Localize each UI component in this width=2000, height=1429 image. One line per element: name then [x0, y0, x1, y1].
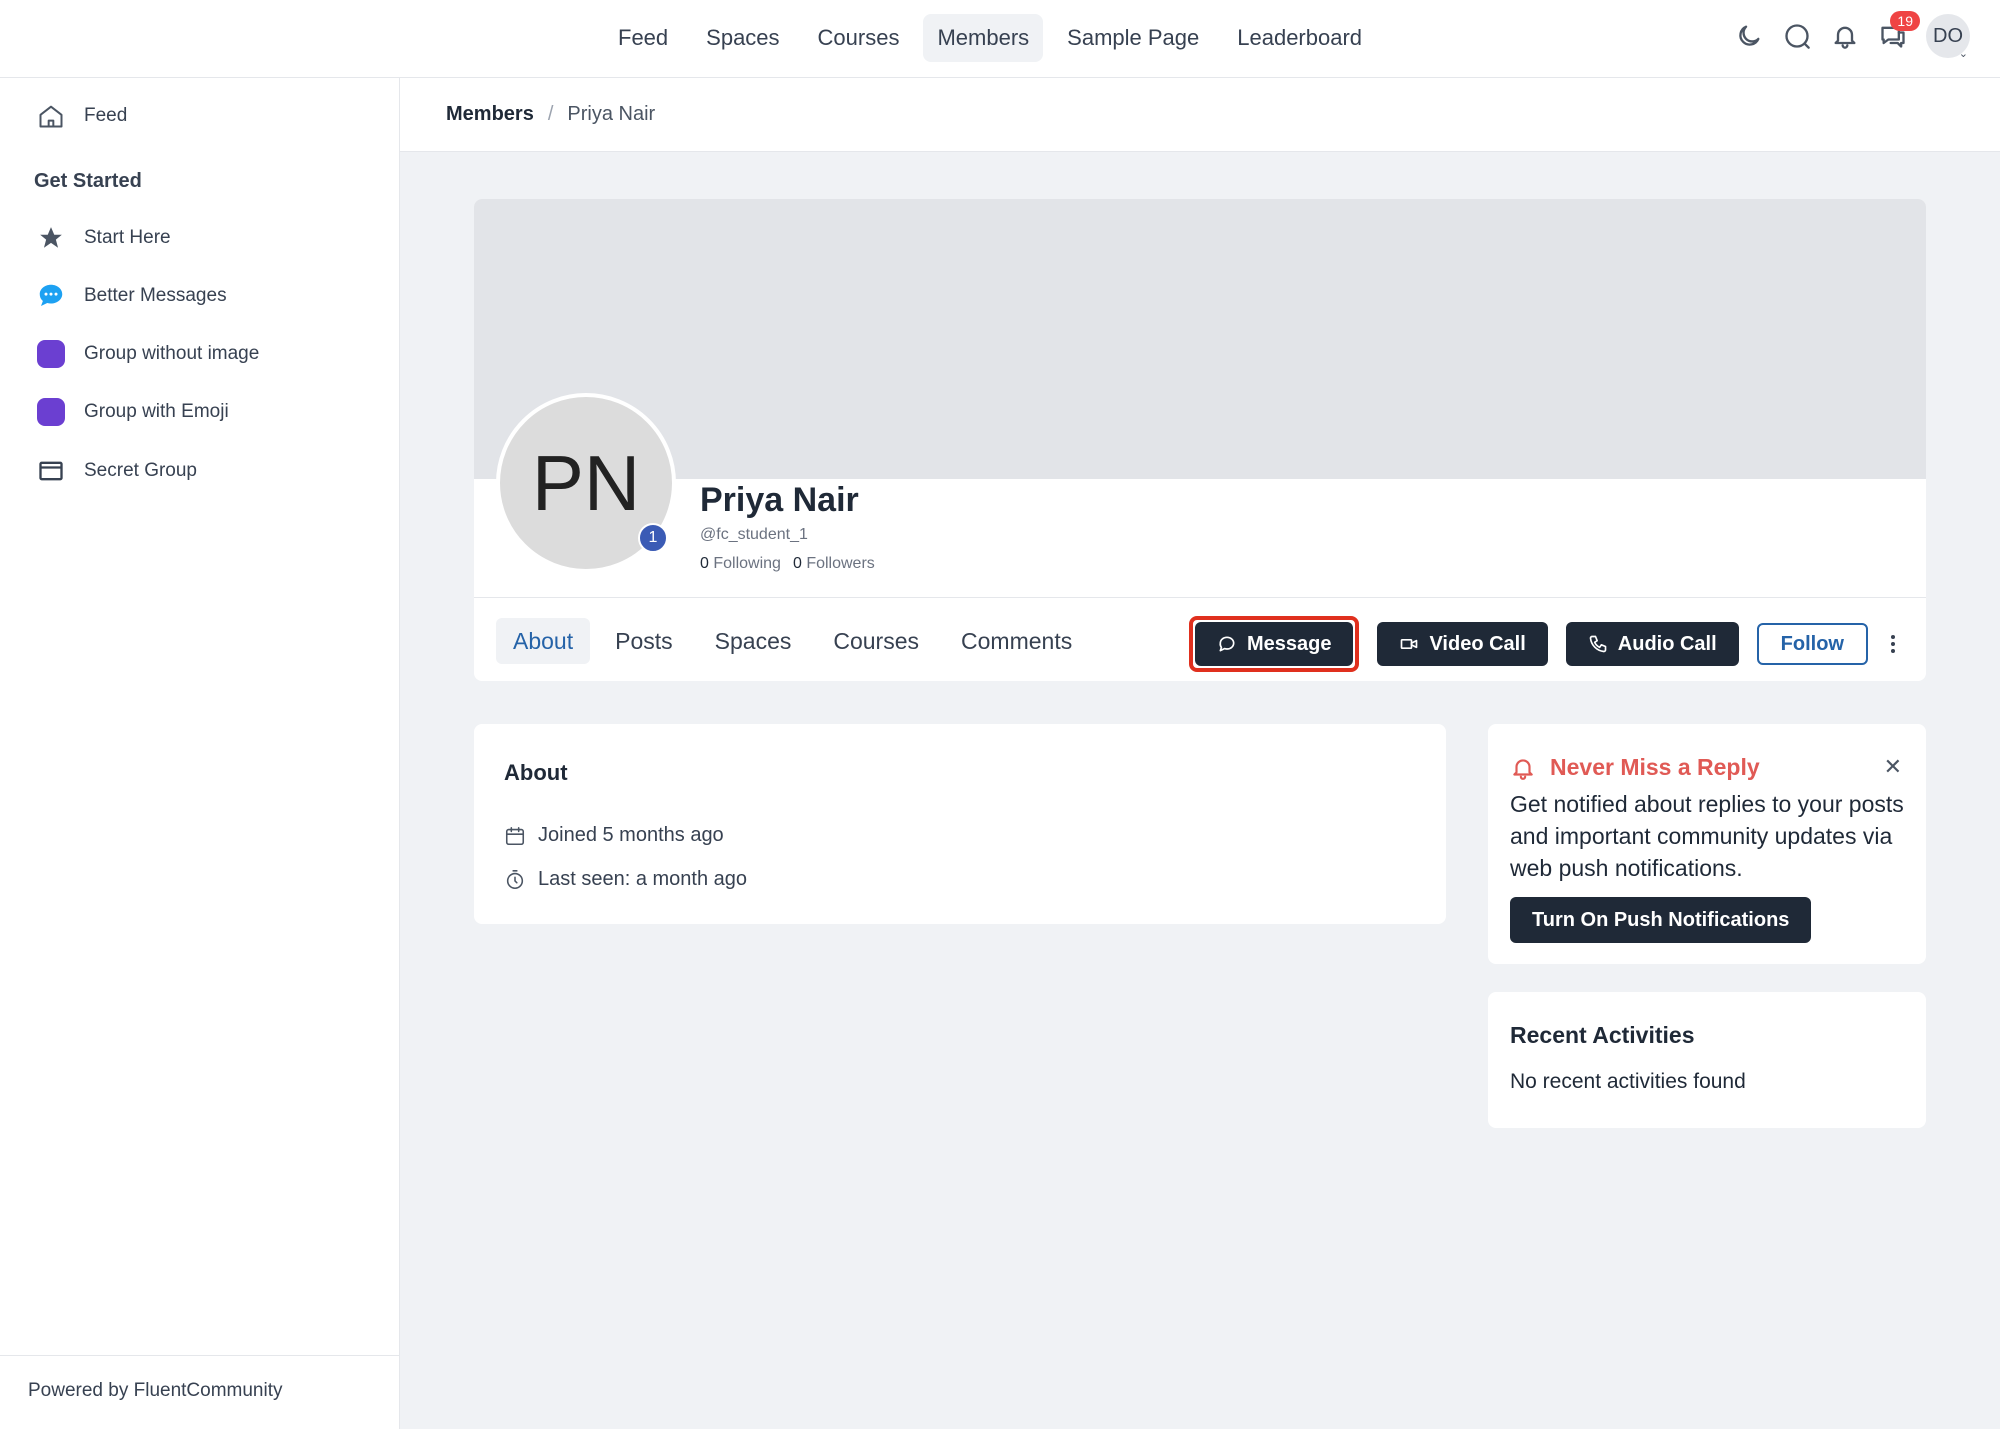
main-nav: Feed Spaces Courses Members Sample Page … — [604, 14, 1376, 62]
sidebar-item-label: Start Here — [84, 227, 171, 248]
following-stat[interactable]: 0 Following — [700, 555, 781, 573]
sidebar-item-feed[interactable]: Feed — [34, 99, 127, 133]
nav-courses[interactable]: Courses — [804, 14, 914, 62]
phone-icon — [1589, 635, 1607, 653]
recent-title: Recent Activities — [1510, 1022, 1695, 1048]
chat-bubble-icon — [34, 279, 68, 313]
followers-label: Followers — [806, 555, 875, 572]
last-seen-text: Last seen: a month ago — [538, 868, 748, 890]
bell-icon — [1513, 758, 1533, 780]
user-initials: DO — [1933, 24, 1963, 47]
push-notification-card: Never Miss a Reply ✕ Get notified about … — [1488, 724, 1926, 964]
star-icon — [34, 221, 68, 255]
profile-name: Priya Nair — [700, 481, 859, 519]
profile-stats: 0 Following 0 Followers — [700, 555, 875, 573]
nav-leaderboard[interactable]: Leaderboard — [1223, 14, 1376, 62]
profile-actions: Message Video Call Audio Call Follow — [1188, 616, 1900, 672]
more-options-icon[interactable] — [1886, 635, 1900, 653]
profile-card: PN 1 Priya Nair @fc_student_1 0 Followin… — [474, 199, 1926, 681]
recent-activities-card: Recent Activities No recent activities f… — [1488, 992, 1926, 1128]
chevron-down-icon: ⌄ — [1958, 48, 1968, 60]
message-bubble-icon — [1219, 636, 1235, 652]
profile-cover — [474, 199, 1926, 479]
search-icon[interactable] — [1782, 21, 1812, 51]
sidebar-item-label: Feed — [84, 105, 128, 126]
notification-title-row: Never Miss a Reply — [1510, 754, 1760, 781]
chat-badge: 19 — [1890, 11, 1920, 31]
sidebar: Feed Get Started Start Here Better Messa… — [0, 78, 400, 1429]
following-label: Following — [713, 555, 781, 572]
purple-square-icon — [34, 395, 68, 429]
profile-handle: @fc_student_1 — [700, 526, 808, 543]
nav-spaces[interactable]: Spaces — [692, 14, 793, 62]
bell-icon[interactable] — [1830, 21, 1860, 51]
card-icon — [34, 454, 68, 488]
video-call-label: Video Call — [1429, 632, 1526, 655]
tab-courses[interactable]: Courses — [816, 618, 936, 664]
sidebar-item-group-without-image[interactable]: Group without image — [34, 337, 259, 371]
video-call-button[interactable]: Video Call — [1377, 622, 1548, 666]
joined-row: Joined 5 months ago — [504, 824, 724, 847]
chat-icon[interactable]: 19 — [1878, 11, 1920, 51]
user-avatar-menu[interactable]: DO ⌄ — [1926, 14, 1970, 60]
tab-spaces[interactable]: Spaces — [698, 618, 809, 664]
tab-comments[interactable]: Comments — [944, 618, 1089, 664]
followers-count: 0 — [792, 555, 802, 572]
about-title: About — [504, 760, 568, 785]
sidebar-item-label: Secret Group — [84, 460, 197, 481]
top-icons: 19 DO ⌄ — [1734, 11, 1970, 60]
sidebar-item-group-with-emoji[interactable]: Group with Emoji — [34, 395, 229, 429]
top-navigation-bar: Feed Spaces Courses Members Sample Page … — [0, 0, 2000, 78]
message-button[interactable]: Message — [1194, 622, 1354, 666]
purple-square-icon — [34, 337, 68, 371]
notification-title: Never Miss a Reply — [1550, 754, 1760, 780]
home-icon — [34, 99, 68, 133]
recent-empty-text: No recent activities found — [1510, 1070, 1746, 1093]
last-seen-row: Last seen: a month ago — [504, 868, 747, 891]
nav-sample-page[interactable]: Sample Page — [1053, 14, 1213, 62]
notification-body: Get notified about replies to your posts… — [1510, 791, 1904, 881]
sidebar-item-label: Group without image — [84, 343, 260, 364]
sidebar-item-start-here[interactable]: Start Here — [34, 221, 171, 255]
message-label: Message — [1246, 632, 1332, 655]
profile-tabs: About Posts Spaces Courses Comments — [496, 618, 1089, 664]
sidebar-footer: Powered by FluentCommunity — [0, 1355, 399, 1429]
audio-call-label: Audio Call — [1617, 632, 1717, 655]
message-highlight: Message — [1188, 616, 1360, 672]
video-camera-icon — [1401, 639, 1418, 649]
turn-on-push-button[interactable]: Turn On Push Notifications — [1510, 897, 1812, 943]
level-badge: 1 — [638, 523, 668, 553]
stopwatch-icon — [506, 869, 524, 889]
close-icon[interactable]: ✕ — [1884, 754, 1902, 780]
nav-members[interactable]: Members — [923, 14, 1044, 62]
breadcrumb: Members / Priya Nair — [400, 78, 2000, 152]
following-count: 0 — [700, 555, 709, 572]
sidebar-item-label: Group with Emoji — [84, 401, 229, 422]
follow-button[interactable]: Follow — [1756, 623, 1868, 665]
calendar-icon — [505, 826, 525, 845]
breadcrumb-members-link[interactable]: Members — [446, 103, 534, 126]
profile-initials: PN — [531, 438, 641, 527]
joined-text: Joined 5 months ago — [538, 824, 724, 846]
sidebar-item-label: Better Messages — [84, 285, 227, 306]
followers-stat[interactable]: 0 Followers — [793, 555, 875, 573]
about-card: About Joined 5 months ago Last seen: a m… — [474, 724, 1446, 924]
profile-tabs-row: About Posts Spaces Courses Comments Mess… — [474, 597, 1926, 681]
dark-mode-moon-icon[interactable] — [1734, 21, 1764, 51]
sidebar-item-better-messages[interactable]: Better Messages — [34, 279, 227, 313]
tab-posts[interactable]: Posts — [598, 618, 690, 664]
sidebar-heading: Get Started — [34, 170, 142, 192]
sidebar-item-secret-group[interactable]: Secret Group — [34, 454, 197, 488]
tab-about[interactable]: About — [496, 618, 591, 664]
nav-feed[interactable]: Feed — [604, 14, 682, 62]
breadcrumb-separator: / — [547, 103, 554, 125]
audio-call-button[interactable]: Audio Call — [1565, 622, 1739, 666]
breadcrumb-current: Priya Nair — [567, 103, 656, 125]
